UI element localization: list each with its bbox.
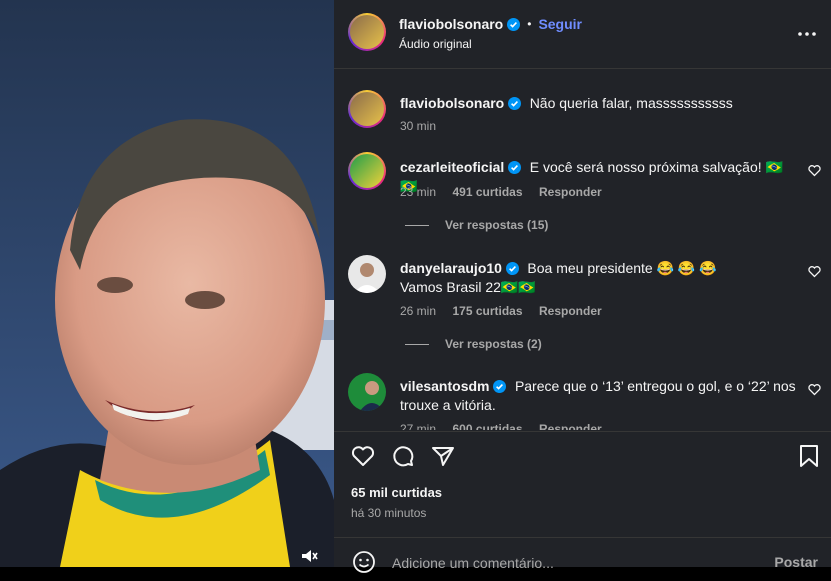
comment-likes[interactable]: 175 curtidas: [452, 304, 522, 318]
heart-icon[interactable]: [808, 383, 821, 396]
video-frame: [0, 0, 334, 567]
comment-username[interactable]: vilesantosdm: [400, 378, 489, 394]
more-options-icon[interactable]: [797, 24, 817, 44]
comment-icon[interactable]: [390, 443, 416, 469]
comments-list[interactable]: flaviobolsonaro Não queria falar, massss…: [334, 68, 831, 430]
comment-text: Boa meu presidente 😂 😂 😂: [527, 260, 717, 276]
comment-likes[interactable]: 600 curtidas: [452, 422, 522, 430]
replies-line: [405, 224, 429, 226]
header-separator: •: [527, 17, 532, 31]
comment-likes[interactable]: 491 curtidas: [452, 185, 522, 199]
view-replies-button[interactable]: Ver respostas (15): [405, 218, 548, 232]
avatar[interactable]: [348, 152, 386, 190]
comment-input[interactable]: [390, 552, 754, 574]
comment-username[interactable]: danyelaraujo10: [400, 260, 502, 276]
view-replies-label: Ver respostas (2): [445, 337, 542, 351]
comment-time: 27 min: [400, 422, 437, 430]
comment-text-line2: trouxe a vitória.: [400, 397, 496, 413]
header-username[interactable]: flaviobolsonaro: [399, 16, 503, 32]
avatar[interactable]: [348, 255, 386, 293]
verified-icon: [508, 161, 522, 174]
heart-icon[interactable]: [808, 164, 821, 177]
follow-button[interactable]: Seguir: [538, 16, 582, 32]
comment-username[interactable]: cezarleiteoficial: [400, 159, 504, 175]
verified-icon: [508, 97, 522, 110]
comment-text-line2: Vamos Brasil 22🇧🇷🇧🇷: [400, 279, 536, 295]
post-header: flaviobolsonaro • Seguir Áudio original: [334, 0, 831, 68]
heart-icon[interactable]: [808, 265, 821, 278]
add-comment-bar: Postar: [334, 541, 831, 581]
caption-text: Não queria falar, masssssssssss: [529, 95, 733, 111]
caption-username[interactable]: flaviobolsonaro: [400, 95, 504, 111]
post-comment-button[interactable]: Postar: [774, 554, 818, 570]
comment-time: 26 min: [400, 304, 437, 318]
audio-label[interactable]: Áudio original: [399, 37, 472, 51]
avatar[interactable]: [348, 13, 386, 51]
mute-icon[interactable]: [299, 546, 319, 566]
view-replies-button[interactable]: Ver respostas (2): [405, 337, 542, 351]
save-icon[interactable]: [796, 443, 822, 469]
verified-icon: [507, 17, 521, 31]
post-video[interactable]: [0, 0, 334, 567]
reply-button[interactable]: Responder: [539, 304, 602, 318]
post-time: há 30 minutos: [351, 506, 427, 520]
share-icon[interactable]: [430, 443, 456, 469]
verified-icon: [505, 262, 519, 275]
avatar[interactable]: [348, 90, 386, 128]
emoji-icon[interactable]: [352, 550, 376, 574]
replies-line: [405, 343, 429, 345]
post-panel: flaviobolsonaro • Seguir Áudio original …: [334, 0, 831, 574]
heart-icon[interactable]: [350, 443, 376, 469]
post-actions: 65 mil curtidas há 30 minutos: [334, 431, 831, 541]
comment-text: Parece que o ‘13’ entregou o gol, e o ‘2…: [514, 378, 796, 394]
reply-button[interactable]: Responder: [539, 185, 602, 199]
view-replies-label: Ver respostas (15): [445, 218, 549, 232]
avatar[interactable]: [348, 373, 386, 411]
caption-time: 30 min: [400, 119, 437, 133]
post-viewer: flaviobolsonaro • Seguir Áudio original …: [0, 0, 831, 574]
comment-time: 23 min: [400, 185, 437, 199]
likes-count[interactable]: 65 mil curtidas: [351, 485, 442, 500]
input-divider: [334, 537, 831, 538]
verified-icon: [493, 380, 507, 393]
reply-button[interactable]: Responder: [539, 422, 602, 430]
